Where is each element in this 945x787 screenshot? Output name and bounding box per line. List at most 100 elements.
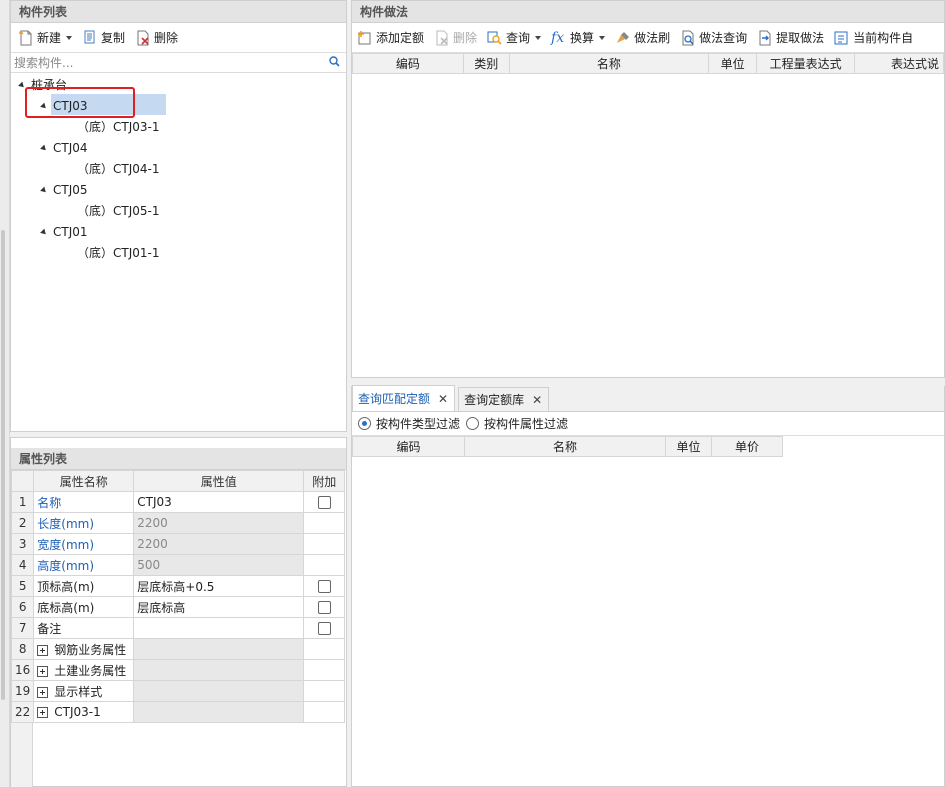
row-number-gutter <box>11 723 33 787</box>
property-value <box>133 680 305 702</box>
tree-item[interactable]: CTJ04 <box>40 138 88 158</box>
close-icon[interactable]: ✕ <box>532 393 542 407</box>
column-header[interactable]: 单位 <box>708 53 758 74</box>
app-root: 构件列表 新建 复制 删除 搜索构件... 桩承台 CTJ03 （底）CTJ03… <box>0 0 945 787</box>
current-component-button[interactable]: 当前构件自 <box>829 26 918 50</box>
column-header[interactable]: 工程量表达式 <box>756 53 856 74</box>
property-name: 高度(mm) <box>33 554 135 576</box>
expand-triangle-icon[interactable] <box>40 186 48 195</box>
row-number-header <box>10 470 35 492</box>
tree-item-label: CTJ04 <box>53 141 88 155</box>
property-group[interactable]: 土建业务属性 <box>33 659 135 681</box>
property-group[interactable]: CTJ03-1 <box>33 701 135 723</box>
row-number: 8 <box>10 638 35 660</box>
table-row[interactable]: 3 宽度(mm) 2200 <box>10 533 346 555</box>
expand-plus-icon[interactable] <box>37 644 49 656</box>
property-list-panel: 属性列表 属性名称 属性值 附加 1 名称 CTJ03 2 长度(mm) 220… <box>10 437 347 787</box>
property-group[interactable]: 显示样式 <box>33 680 135 702</box>
splitter-handle[interactable] <box>1 230 5 700</box>
tree-child[interactable]: （底）CTJ04-1 <box>77 159 159 179</box>
property-group-label: 土建业务属性 <box>54 663 127 678</box>
method-delete-label: 删除 <box>453 31 478 45</box>
extract-method-button[interactable]: 提取做法 <box>752 26 829 50</box>
add-quota-button[interactable]: 添加定额 <box>352 26 429 50</box>
table-row[interactable]: 8 钢筋业务属性 <box>10 638 346 660</box>
table-row[interactable]: 19 显示样式 <box>10 680 346 702</box>
expand-triangle-icon[interactable] <box>40 144 48 153</box>
delete-button-label: 删除 <box>154 31 179 45</box>
property-table: 属性名称 属性值 附加 1 名称 CTJ03 2 长度(mm) 2200 3 宽… <box>10 470 346 723</box>
filter-by-attr-radio[interactable]: 按构件属性过滤 <box>466 415 568 432</box>
search-icon[interactable] <box>329 56 340 67</box>
method-delete-button[interactable]: 删除 <box>429 26 482 50</box>
tree-child-label: （底）CTJ01-1 <box>77 246 160 260</box>
expand-plus-icon[interactable] <box>37 665 49 677</box>
column-header[interactable]: 类别 <box>462 53 510 74</box>
extra-checkbox[interactable] <box>317 580 331 593</box>
convert-button[interactable]: fx 换算 <box>546 26 610 50</box>
expand-plus-icon[interactable] <box>37 707 49 718</box>
row-number: 6 <box>10 596 35 618</box>
chevron-down-icon <box>535 35 542 40</box>
property-value: 500 <box>133 554 305 576</box>
search-input[interactable] <box>11 53 346 72</box>
table-row[interactable]: 5 顶标高(m) 层底标高+0.5 <box>10 575 346 597</box>
query-icon <box>487 30 503 46</box>
expand-triangle-icon[interactable] <box>40 228 48 237</box>
property-value[interactable]: 层底标高+0.5 <box>133 575 305 597</box>
new-file-icon <box>18 29 34 46</box>
delete-icon <box>434 30 450 46</box>
column-header[interactable]: 单位 <box>665 436 712 457</box>
method-query-button[interactable]: 做法查询 <box>675 26 752 50</box>
column-header[interactable]: 单价 <box>711 436 783 457</box>
close-icon[interactable]: ✕ <box>438 392 448 406</box>
new-button[interactable]: 新建 <box>13 26 77 50</box>
query-button[interactable]: 查询 <box>482 26 546 50</box>
method-toolbar: 添加定额 删除 查询 fx 换算 做法刷 做法查询 提取做法 当前构件自 <box>352 23 944 53</box>
extract-method-label: 提取做法 <box>776 31 825 45</box>
tree-child[interactable]: （底）CTJ03-1 <box>77 117 159 137</box>
filter-radio-group: 按构件类型过滤 按构件属性过滤 <box>352 412 944 436</box>
property-group-label: 钢筋业务属性 <box>54 642 127 657</box>
table-row[interactable]: 7 备注 <box>10 617 346 639</box>
quota-header-row: 编码 名称 单位 单价 <box>352 436 783 457</box>
table-row[interactable]: 16 土建业务属性 <box>10 659 346 681</box>
table-row[interactable]: 6 底标高(m) 层底标高 <box>10 596 346 618</box>
delete-button[interactable]: 删除 <box>130 26 183 50</box>
extra-cell <box>303 680 346 702</box>
tree-child-label: （底）CTJ05-1 <box>77 204 160 218</box>
column-header[interactable]: 编码 <box>352 436 465 457</box>
tab-quota-library[interactable]: 查询定额库 ✕ <box>458 387 550 411</box>
property-group[interactable]: 钢筋业务属性 <box>33 638 135 660</box>
brush-button[interactable]: 做法刷 <box>610 26 675 50</box>
column-header[interactable]: 编码 <box>352 53 464 74</box>
tree-item[interactable]: CTJ05 <box>40 180 88 200</box>
property-value[interactable] <box>133 617 305 639</box>
row-number: 3 <box>10 533 35 555</box>
expand-plus-icon[interactable] <box>37 686 49 698</box>
property-value[interactable]: 层底标高 <box>133 596 305 618</box>
tree-child-label: （底）CTJ04-1 <box>77 162 160 176</box>
copy-button[interactable]: 复制 <box>77 26 130 50</box>
tree-item[interactable]: CTJ01 <box>40 222 88 242</box>
column-header[interactable]: 名称 <box>464 436 666 457</box>
brush-label: 做法刷 <box>634 31 671 45</box>
table-row[interactable]: 4 高度(mm) 500 <box>10 554 346 576</box>
radio-label: 按构件类型过滤 <box>376 417 461 431</box>
left-edge-strip <box>0 0 10 787</box>
method-query-label: 做法查询 <box>699 31 748 45</box>
table-row[interactable]: 2 长度(mm) 2200 <box>10 512 346 534</box>
tab-match-quota[interactable]: 查询匹配定额 ✕ <box>352 385 456 411</box>
property-value[interactable]: CTJ03 <box>133 491 305 513</box>
add-quota-icon <box>357 30 373 46</box>
table-row[interactable]: 1 名称 CTJ03 <box>10 491 346 513</box>
filter-by-type-radio[interactable]: 按构件类型过滤 <box>358 415 460 432</box>
tree-child[interactable]: （底）CTJ05-1 <box>77 201 159 221</box>
extra-checkbox[interactable] <box>317 601 331 614</box>
extra-checkbox[interactable] <box>317 622 331 635</box>
tree-child[interactable]: （底）CTJ01-1 <box>77 243 159 263</box>
column-header[interactable]: 名称 <box>508 53 710 74</box>
column-header[interactable]: 表达式说 <box>854 53 944 74</box>
extra-checkbox[interactable] <box>317 496 331 509</box>
table-row[interactable]: 22 CTJ03-1 <box>10 701 346 723</box>
